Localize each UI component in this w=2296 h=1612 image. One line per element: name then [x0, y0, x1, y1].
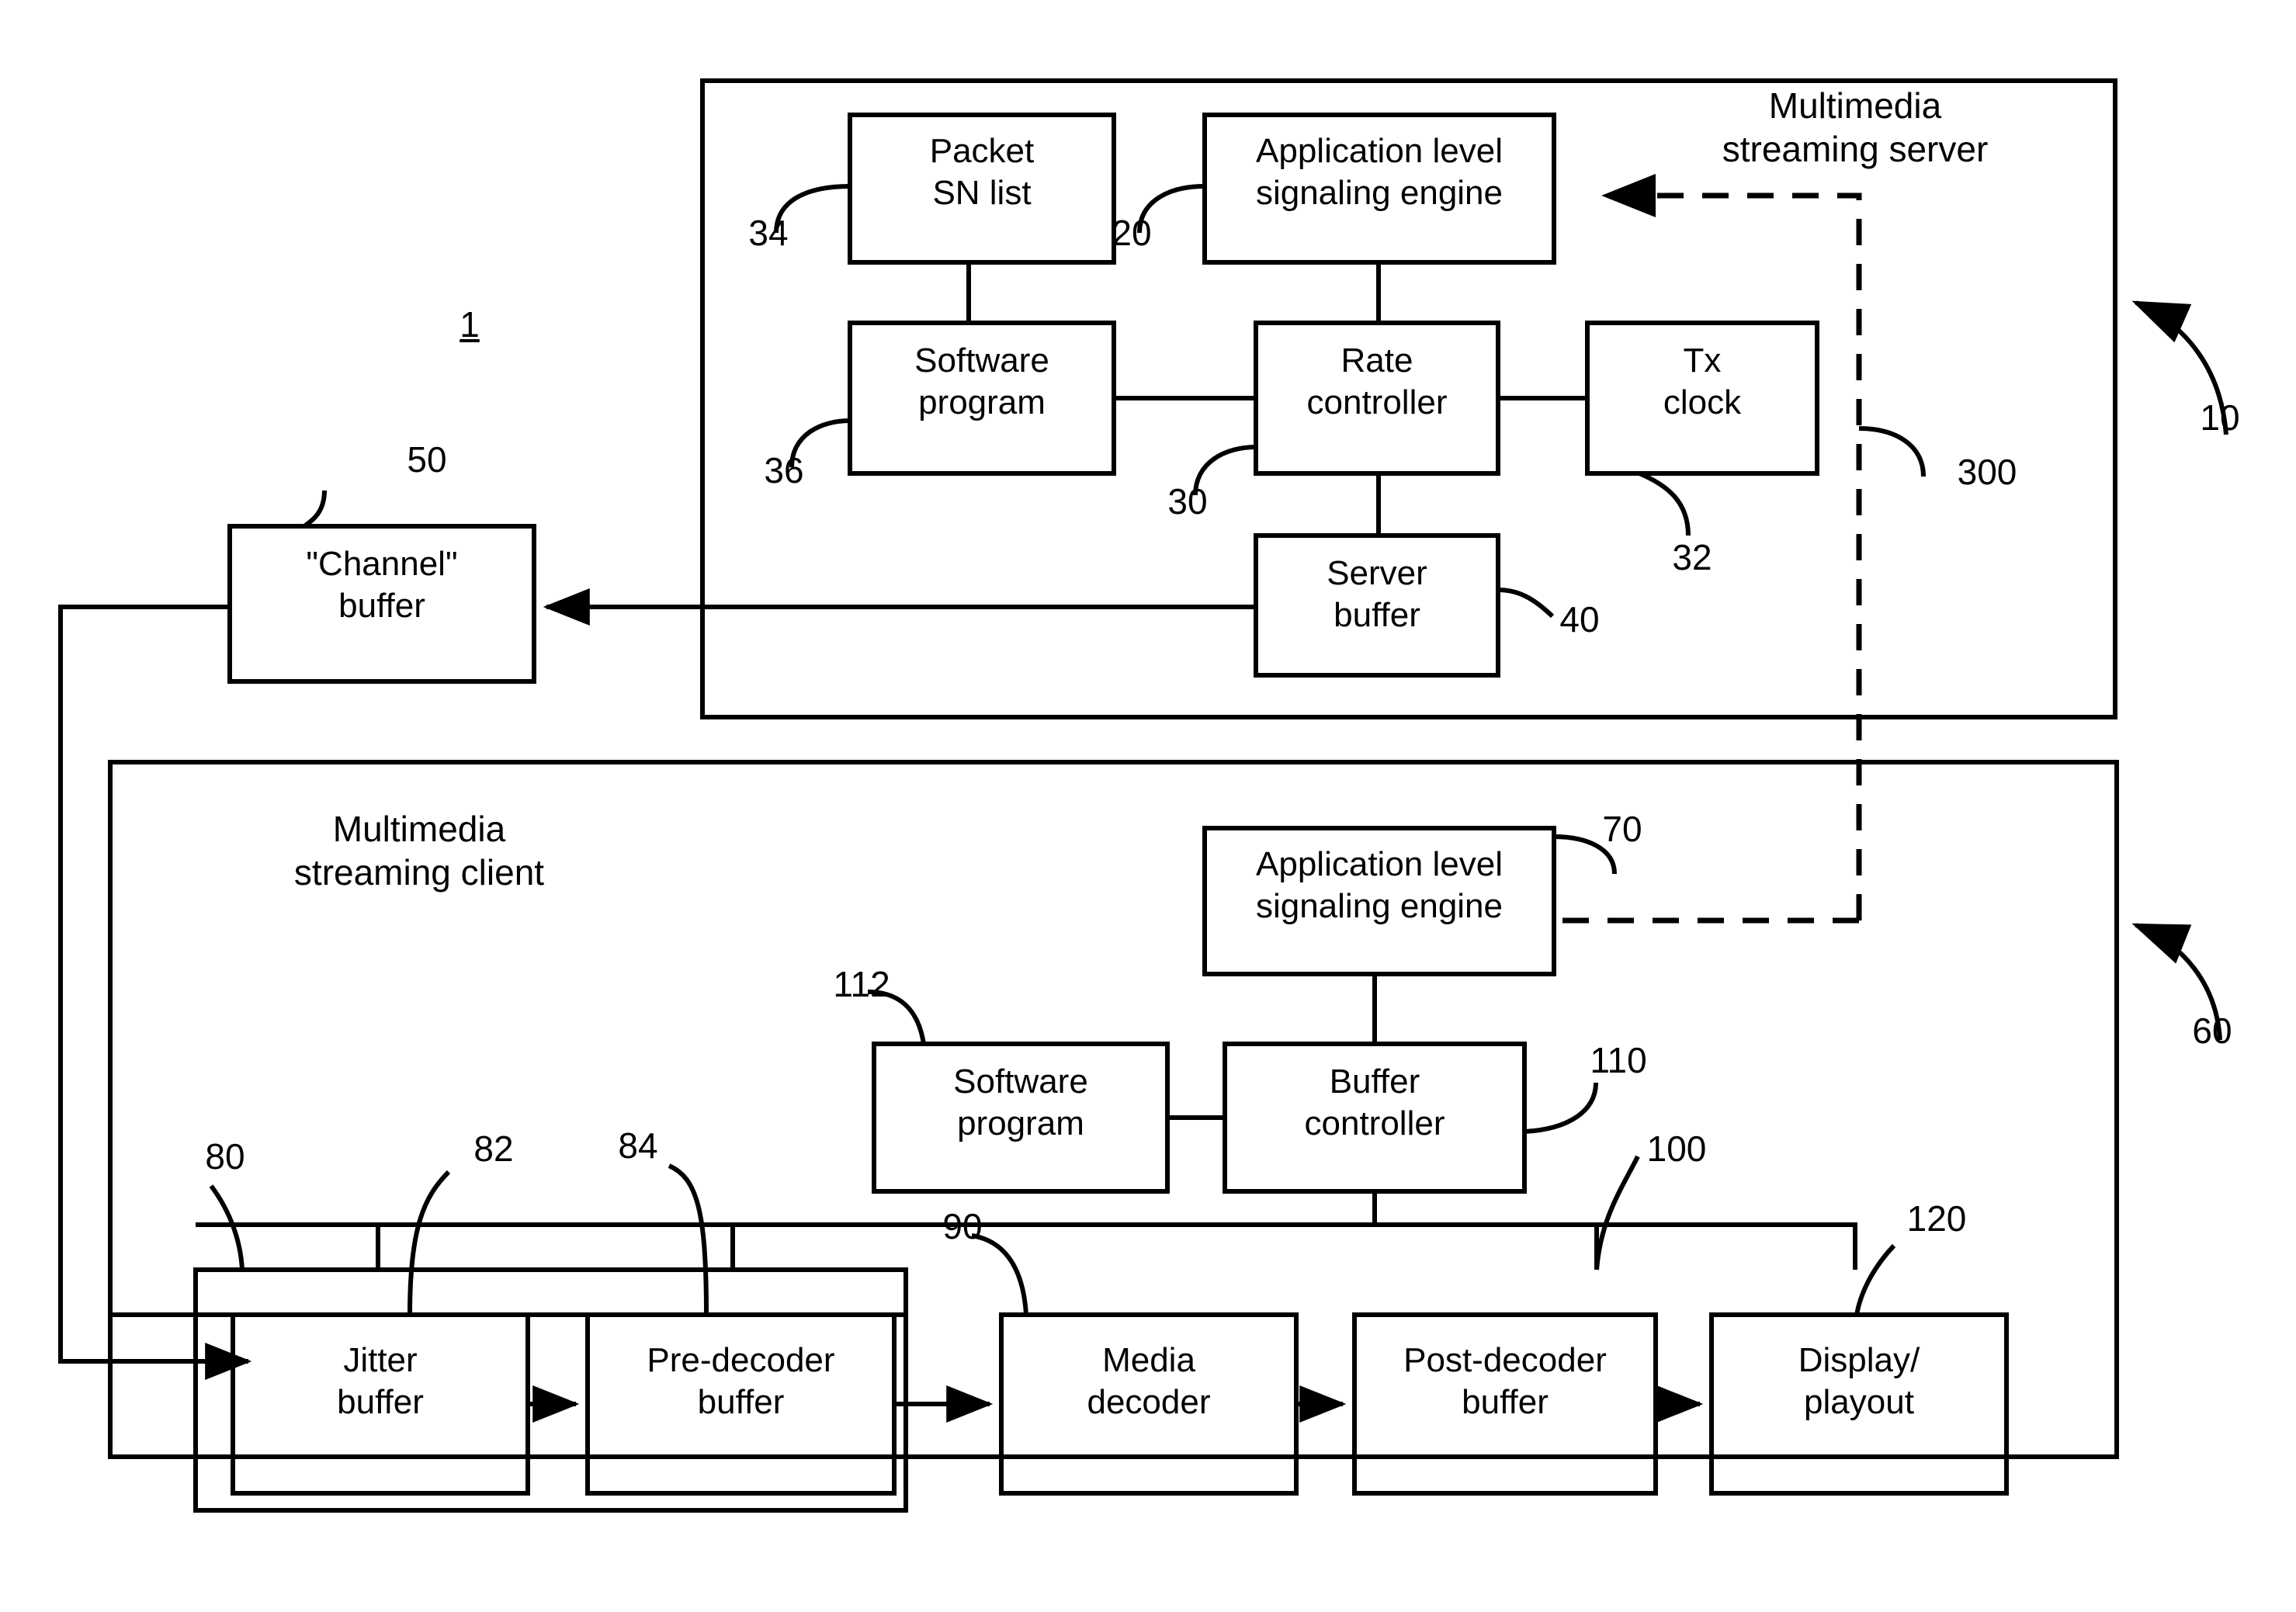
leader-20 — [1137, 184, 1205, 234]
server-buffer-box — [1254, 533, 1500, 678]
leader-34 — [774, 184, 851, 234]
client-enclosure — [108, 760, 2119, 1459]
leader-300 — [1858, 426, 1926, 477]
leader-80 — [209, 1184, 245, 1271]
leader-110 — [1524, 1082, 1598, 1134]
leader-arrow-10 — [2131, 300, 2228, 435]
leader-arrow-60 — [2131, 923, 2222, 1041]
leader-112 — [867, 990, 926, 1045]
leader-84 — [668, 1163, 709, 1316]
channel-buffer-box — [227, 524, 536, 684]
post-decoder-buffer-box — [1352, 1312, 1658, 1496]
server-software-program-box — [848, 321, 1116, 476]
rate-controller-box — [1254, 321, 1500, 476]
client-signaling-engine-box — [1202, 826, 1556, 976]
client-software-program-box — [872, 1042, 1170, 1194]
server-signaling-engine-box — [1202, 113, 1556, 265]
server-enclosure — [700, 78, 2117, 719]
leader-30 — [1193, 445, 1257, 496]
leader-50 — [303, 490, 327, 529]
signaling-dashed-link — [1601, 174, 1862, 920]
path-channelbuffer-to-jitterbuffer — [58, 605, 230, 1364]
buffer-group-rect-80 — [193, 1267, 908, 1513]
leader-40 — [1497, 588, 1555, 619]
packet-sn-list-box — [848, 113, 1116, 265]
leader-70 — [1553, 834, 1617, 875]
display-playout-box — [1709, 1312, 2009, 1496]
leader-32 — [1638, 471, 1691, 536]
leader-36 — [789, 418, 851, 468]
pre-decoder-buffer-box — [585, 1312, 897, 1496]
patent-figure-canvas: 1 Multimedia streaming server 10 Packet … — [0, 0, 2296, 1612]
media-decoder-box — [999, 1312, 1299, 1496]
diagram-vector-layer — [58, 78, 2228, 1513]
leader-120 — [1854, 1243, 1896, 1316]
leader-90 — [971, 1233, 1028, 1316]
leader-100 — [1594, 1155, 1640, 1271]
jitter-buffer-box — [231, 1312, 530, 1496]
leader-82 — [408, 1170, 451, 1316]
tx-clock-box — [1585, 321, 1819, 476]
buffer-controller-box — [1223, 1042, 1527, 1194]
bus-upper — [196, 1222, 1857, 1270]
